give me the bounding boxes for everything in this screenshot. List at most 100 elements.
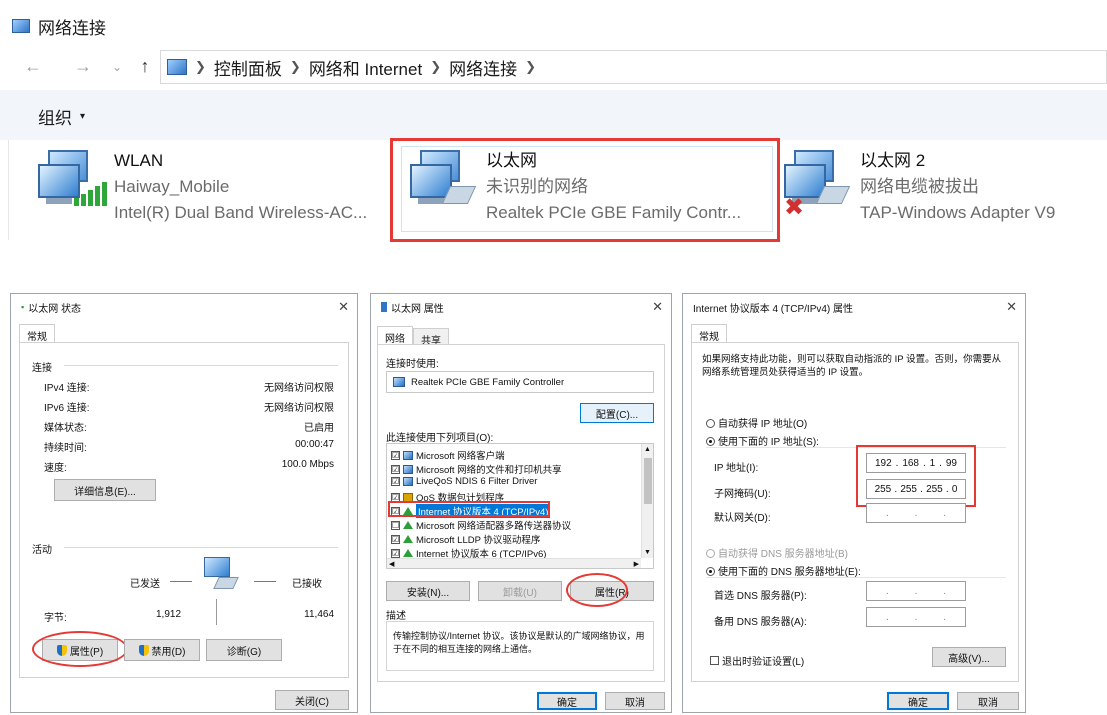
intro-text: 如果网络支持此功能，则可以获取自动指派的 IP 设置。否则，你需要从网络系统管理… bbox=[702, 354, 1002, 378]
ip-address-label: IP 地址(I): bbox=[714, 463, 759, 474]
breadcrumb-separator-icon: ❯ bbox=[195, 59, 206, 74]
section-activity-label: 活动 bbox=[32, 545, 52, 556]
back-arrow-icon[interactable]: ← bbox=[22, 56, 44, 77]
checkbox[interactable]: ☑ bbox=[391, 477, 400, 486]
ok-button[interactable]: 确定 bbox=[537, 692, 597, 710]
auto-dns-option[interactable]: 自动获得 DNS 服务器地址(B) bbox=[706, 545, 848, 560]
scroll-thumb[interactable] bbox=[644, 458, 652, 504]
alternate-dns-label: 备用 DNS 服务器(A): bbox=[714, 617, 807, 628]
dialog-title-bar: 以太网 属性 bbox=[371, 294, 671, 320]
manual-dns-option[interactable]: 使用下面的 DNS 服务器地址(E): bbox=[706, 563, 861, 578]
divider bbox=[254, 581, 276, 582]
breadcrumb-network-internet[interactable]: 网络和 Internet bbox=[309, 55, 422, 80]
close-button[interactable]: 关闭(C) bbox=[275, 690, 349, 710]
breadcrumb-separator-icon[interactable]: ❯ bbox=[430, 59, 441, 75]
subnet-mask-label: 子网掩码(U): bbox=[714, 489, 771, 500]
list-item-label: Microsoft LLDP 协议驱动程序 bbox=[416, 535, 541, 546]
client-icon bbox=[403, 450, 413, 460]
description-label: 描述 bbox=[386, 611, 406, 622]
scroll-left-icon[interactable]: ◀ bbox=[389, 560, 394, 568]
divider bbox=[216, 599, 217, 625]
uninstall-button[interactable]: 卸载(U) bbox=[478, 581, 562, 601]
disable-button-label: 禁用(D) bbox=[151, 646, 186, 658]
gateway-input[interactable]: ... bbox=[866, 503, 966, 523]
breadcrumb-separator-icon[interactable]: ❯ bbox=[525, 59, 536, 75]
recent-dropdown-icon[interactable]: ⌄ bbox=[106, 60, 128, 74]
list-item-label: Microsoft 网络的文件和打印机共享 bbox=[416, 465, 562, 476]
breadcrumb-control-panel[interactable]: 控制面板 bbox=[214, 55, 282, 80]
diagnose-button[interactable]: 诊断(G) bbox=[206, 639, 282, 661]
divider bbox=[706, 577, 1006, 578]
up-arrow-icon[interactable]: ↑ bbox=[134, 56, 156, 77]
list-item[interactable]: ☑ Microsoft 网络的文件和打印机共享 bbox=[391, 462, 562, 476]
vertical-scrollbar[interactable]: ▲ ▼ bbox=[641, 444, 653, 558]
bytes-received-value: 11,464 bbox=[304, 609, 334, 620]
scroll-up-icon[interactable]: ▲ bbox=[644, 446, 651, 453]
radio-button[interactable] bbox=[706, 419, 715, 428]
checkbox[interactable]: ☐ bbox=[391, 520, 400, 530]
disconnected-adapter-icon: ✖ bbox=[784, 148, 851, 220]
manual-ip-option[interactable]: 使用下面的 IP 地址(S): bbox=[706, 433, 819, 448]
connection-device: Intel(R) Dual Band Wireless-AC... bbox=[114, 203, 368, 222]
ethernet-small-icon: ▪ bbox=[21, 302, 25, 312]
auto-ip-option[interactable]: 自动获得 IP 地址(O) bbox=[706, 415, 807, 430]
forward-arrow-icon[interactable]: → bbox=[72, 56, 94, 77]
service-icon bbox=[403, 464, 413, 474]
organize-menu[interactable]: 组织 ▾ bbox=[38, 104, 85, 129]
address-bar[interactable]: ❯ 控制面板 ❯ 网络和 Internet ❯ 网络连接 ❯ bbox=[160, 50, 1107, 84]
list-item[interactable]: ☑ LiveQoS NDIS 6 Filter Driver bbox=[391, 476, 537, 487]
breadcrumb-network-connections[interactable]: 网络连接 bbox=[449, 55, 517, 80]
divider bbox=[64, 365, 338, 366]
advanced-button[interactable]: 高级(V)... bbox=[932, 647, 1006, 667]
connection-status: Haiway_Mobile bbox=[114, 177, 230, 196]
disable-button[interactable]: 禁用(D) bbox=[124, 639, 200, 661]
general-panel: 如果网络支持此功能，则可以获取自动指派的 IP 设置。否则，你需要从网络系统管理… bbox=[691, 342, 1019, 682]
sent-label: 已发送 bbox=[130, 579, 160, 590]
connection-item-wlan[interactable]: WLAN Haiway_Mobile Intel(R) Dual Band Wi… bbox=[38, 148, 367, 226]
configure-button[interactable]: 配置(C)... bbox=[580, 403, 654, 423]
ethernet-properties-dialog: 以太网 属性 ✕ 网络 共享 连接时使用: Realtek PCIe GBE F… bbox=[370, 293, 672, 713]
dialog-title: 以太网 状态 bbox=[28, 303, 81, 315]
ethernet-small-icon bbox=[381, 302, 387, 312]
row-label: 持续时间: bbox=[44, 443, 87, 454]
close-icon[interactable]: ✕ bbox=[652, 299, 663, 315]
cancel-button[interactable]: 取消 bbox=[957, 692, 1019, 710]
close-icon[interactable]: ✕ bbox=[1006, 299, 1017, 315]
scroll-right-icon[interactable]: ▶ bbox=[634, 560, 639, 568]
row-value: 已启用 bbox=[304, 423, 334, 434]
ok-button[interactable]: 确定 bbox=[887, 692, 949, 710]
checkbox[interactable] bbox=[710, 656, 719, 665]
list-item[interactable]: ☑ Microsoft 网络客户端 bbox=[391, 448, 505, 462]
radio-button[interactable] bbox=[706, 549, 715, 558]
validate-label: 退出时验证设置(L) bbox=[722, 657, 805, 668]
radio-button-selected[interactable] bbox=[706, 437, 715, 446]
adapter-field: Realtek PCIe GBE Family Controller bbox=[386, 371, 654, 393]
checkbox[interactable]: ☑ bbox=[391, 464, 400, 474]
horizontal-scrollbar[interactable]: ◀ ▶ bbox=[387, 558, 641, 568]
row-label: 媒体状态: bbox=[44, 423, 87, 434]
radio-button-selected[interactable] bbox=[706, 567, 715, 576]
connection-item-ethernet-2[interactable]: ✖ 以太网 2 网络电缆被拔出 TAP-Windows Adapter V9 bbox=[784, 148, 1055, 226]
adapter-icon bbox=[393, 377, 405, 387]
connect-using-label: 连接时使用: bbox=[386, 359, 439, 370]
list-item[interactable]: ☑ Microsoft LLDP 协议驱动程序 bbox=[391, 532, 540, 546]
preferred-dns-input[interactable]: ... bbox=[866, 581, 966, 601]
protocol-icon bbox=[403, 549, 413, 557]
install-button[interactable]: 安装(N)... bbox=[386, 581, 470, 601]
cancel-button[interactable]: 取消 bbox=[605, 692, 665, 710]
dialog-title: Internet 协议版本 4 (TCP/IPv4) 属性 bbox=[693, 303, 854, 315]
checkbox[interactable]: ☑ bbox=[391, 450, 400, 460]
connection-name: WLAN bbox=[114, 151, 164, 170]
network-connections-window: 网络连接 ← → ⌄ ↑ ❯ 控制面板 ❯ 网络和 Internet ❯ 网络连… bbox=[0, 0, 1107, 262]
alternate-dns-input[interactable]: ... bbox=[866, 607, 966, 627]
checkbox[interactable]: ☑ bbox=[391, 534, 400, 544]
validate-on-exit-option[interactable]: 退出时验证设置(L) bbox=[710, 653, 804, 668]
scroll-down-icon[interactable]: ▼ bbox=[644, 549, 651, 556]
list-item[interactable]: ☐ Microsoft 网络适配器多路传送器协议 bbox=[391, 518, 571, 532]
command-toolbar: 组织 ▾ bbox=[0, 90, 1107, 140]
close-icon[interactable]: ✕ bbox=[338, 299, 349, 315]
details-button[interactable]: 详细信息(E)... bbox=[54, 479, 156, 501]
control-panel-icon bbox=[167, 59, 187, 75]
breadcrumb-separator-icon[interactable]: ❯ bbox=[290, 59, 301, 75]
checkbox[interactable]: ☑ bbox=[391, 548, 400, 558]
